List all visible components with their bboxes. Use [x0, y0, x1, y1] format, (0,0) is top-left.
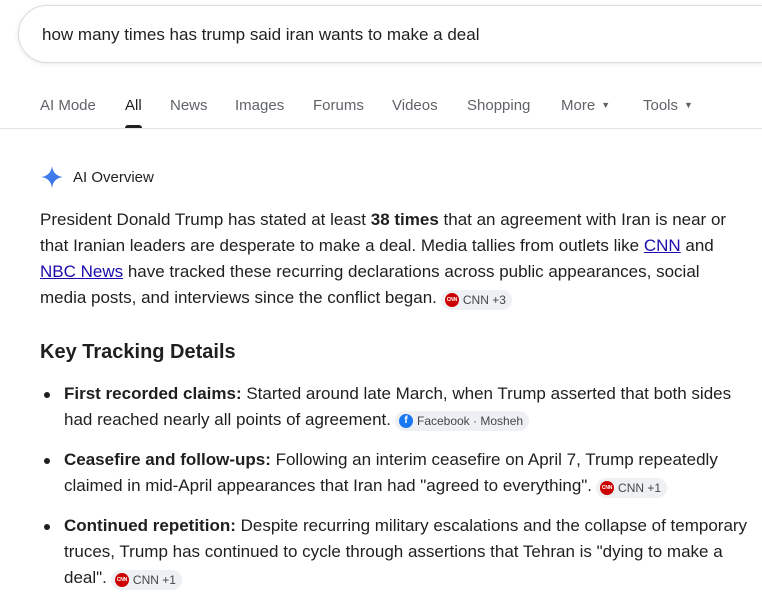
facebook-icon: f: [398, 414, 413, 428]
list-item: Ceasefire and follow-ups: Following an i…: [40, 447, 755, 499]
list-item-title: Continued repetition:: [64, 516, 236, 535]
tab-more-label: More: [561, 97, 596, 114]
summary-text: President Donald Trump has stated at lea…: [40, 210, 371, 229]
key-details-heading: Key Tracking Details: [40, 341, 236, 363]
summary-text: and: [680, 236, 714, 255]
source-chip-label: CNN +1: [132, 573, 176, 587]
ai-overview-summary: President Donald Trump has stated at lea…: [40, 207, 750, 311]
tab-ai-mode[interactable]: AI Mode: [40, 97, 96, 114]
tab-more[interactable]: More ▼: [561, 97, 610, 114]
cnn-icon: CNN: [600, 481, 615, 495]
tab-images[interactable]: Images: [235, 97, 284, 114]
nbc-news-link[interactable]: NBC News: [40, 262, 123, 281]
caret-down-icon: ▼: [601, 100, 611, 110]
list-item-title: First recorded claims:: [64, 384, 242, 403]
tab-tools-label: Tools: [643, 97, 679, 114]
source-chip[interactable]: CNN CNN +1: [596, 478, 668, 498]
summary-text: have tracked these recurring declaration…: [40, 262, 700, 307]
ai-overview-header: AI Overview: [40, 165, 154, 189]
tab-tools[interactable]: Tools ▼: [643, 97, 693, 114]
search-tabs: AI Mode All News Images Forums Videos Sh…: [0, 88, 762, 129]
caret-down-icon: ▼: [684, 100, 693, 110]
tab-shopping[interactable]: Shopping: [467, 97, 530, 114]
source-chip-label: Facebook · Mosheh: [416, 414, 524, 428]
list-item-title: Ceasefire and follow-ups:: [64, 450, 271, 469]
cnn-icon: CNN: [114, 573, 129, 587]
search-input[interactable]: how many times has trump said iran wants…: [42, 25, 479, 45]
source-chip-label: CNN +3: [462, 293, 506, 307]
tab-all[interactable]: All: [125, 97, 142, 128]
summary-bold-count: 38 times: [370, 210, 439, 229]
tab-news[interactable]: News: [170, 97, 208, 114]
list-item: Continued repetition: Despite recurring …: [40, 513, 755, 591]
source-chip[interactable]: CNN CNN +3: [440, 290, 512, 310]
list-item: First recorded claims: Started around la…: [40, 381, 755, 433]
search-bar[interactable]: how many times has trump said iran wants…: [18, 5, 762, 63]
tab-forums[interactable]: Forums: [313, 97, 364, 114]
cnn-icon: CNN: [444, 293, 459, 307]
cnn-link[interactable]: CNN: [644, 236, 681, 255]
tab-videos[interactable]: Videos: [392, 97, 438, 114]
sparkle-icon: [41, 166, 63, 188]
source-chip-label: CNN +1: [618, 481, 662, 495]
source-chip[interactable]: CNN CNN +1: [110, 570, 182, 590]
ai-overview-label: AI Overview: [73, 168, 154, 186]
key-details-list: First recorded claims: Started around la…: [40, 381, 755, 605]
source-chip[interactable]: f Facebook · Mosheh: [394, 411, 530, 431]
